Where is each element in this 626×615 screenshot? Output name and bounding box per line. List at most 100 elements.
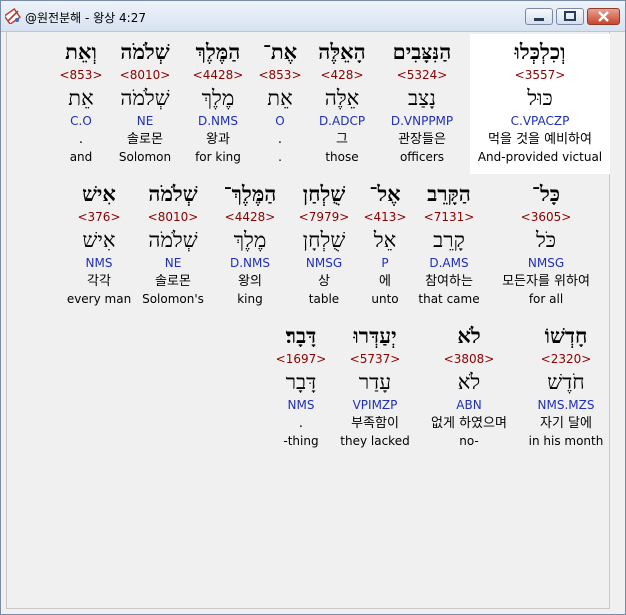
minimize-button[interactable]: [525, 8, 553, 25]
hebrew-word: שֻׁלְחַן: [302, 181, 346, 206]
close-button[interactable]: [587, 8, 620, 25]
english-gloss: for all: [528, 292, 564, 306]
korean-gloss: 왕의: [238, 274, 262, 289]
korean-gloss: 솔로몬: [127, 132, 163, 147]
parsing-code: C.VPACZP: [510, 114, 570, 128]
strong-number: <7131>: [423, 210, 475, 224]
hebrew-lemma: שְׁלֹמֹה: [148, 228, 198, 252]
word-column[interactable]: שֻׁלְחַן <7979> שֻׁלְחָן NMSG 상 table: [291, 179, 357, 307]
korean-gloss: 관장들은: [398, 132, 446, 147]
word-column[interactable]: חָדְשׁוֹ <2320> חֹדֶשׁ NMS.MZS 자기 달에 in …: [521, 321, 611, 449]
word-column[interactable]: הַמֶּלֶךְ <4428> מֶלֶךְ D.NMS 왕과 for kin…: [185, 37, 251, 165]
korean-gloss: 참여하는: [425, 274, 473, 289]
word-column[interactable]: הַנִּצָּבִים <5324> נָצַב D.VNPPMP 관장들은 …: [379, 37, 465, 165]
word-column[interactable]: יְעַדְּרוּ <5737> עָדַר VPIMZP 부족함이 they…: [337, 321, 413, 449]
minimize-icon: [534, 18, 544, 21]
hebrew-lemma: כֹּל: [535, 228, 557, 252]
hebrew-word: חָדְשׁוֹ: [544, 323, 588, 348]
korean-gloss: 상: [318, 274, 330, 289]
strong-number: <1697>: [275, 352, 327, 366]
hebrew-lemma: שְׁלֹמֹה: [120, 86, 170, 110]
english-gloss: .: [278, 150, 282, 164]
english-gloss: those: [325, 150, 359, 164]
korean-gloss: .: [78, 132, 84, 147]
korean-gloss: 모든자를 위하여: [502, 274, 590, 289]
korean-gloss: 부족함이: [351, 416, 399, 431]
hebrew-word: הַמֶּלֶךְ: [195, 39, 241, 64]
hebrew-lemma: חֹדֶשׁ: [547, 370, 585, 394]
korean-gloss: .: [298, 416, 304, 431]
parsing-code: NMS: [287, 398, 315, 412]
hebrew-word: הַמֶּלֶךְ־: [223, 181, 277, 206]
parsing-code: D.NMS: [229, 256, 270, 270]
parsing-code: NMS.MZS: [537, 398, 595, 412]
parsing-code: D.AMS: [429, 256, 469, 270]
korean-gloss: 그: [336, 132, 348, 147]
korean-gloss: 자기 달에: [540, 416, 592, 431]
english-gloss: And-provided victual: [477, 150, 603, 164]
strong-number: <8010>: [147, 210, 199, 224]
parsing-code: NE: [136, 114, 154, 128]
english-gloss: Solomon's: [142, 292, 204, 306]
strong-number: <853>: [258, 68, 302, 82]
korean-gloss: 솔로몬: [155, 274, 191, 289]
word-column[interactable]: אֶת־ <853> אֵת O . .: [255, 37, 305, 165]
hebrew-word: אֶת־: [262, 39, 298, 64]
app-logo-icon: [5, 8, 21, 24]
word-column[interactable]: וְכִלְכְּלוּ <3557> כּוּל C.VPACZP 먹을 것을…: [470, 37, 610, 165]
parsing-code: VPIMZP: [352, 398, 398, 412]
hebrew-word: וְאֵת: [65, 39, 97, 64]
parsing-code: NMS: [85, 256, 113, 270]
strong-number: <376>: [77, 210, 121, 224]
word-column[interactable]: כָּל־ <3605> כֹּל NMSG 모든자를 위하여 for all: [487, 179, 605, 307]
hebrew-word: שְׁלֹמֹה: [148, 181, 198, 206]
hebrew-word: הַקָּרֵב: [427, 181, 471, 206]
english-gloss: -thing: [283, 434, 319, 448]
hebrew-word: כָּל־: [531, 181, 561, 206]
word-column[interactable]: אִישׁ <376> אִישׁ NMS 각각 every man: [65, 179, 133, 307]
strong-number: <3557>: [514, 68, 566, 82]
word-column[interactable]: שְׁלֹמֹה <8010> שְׁלֹמֹה NE 솔로몬 Solomon'…: [137, 179, 209, 307]
word-column[interactable]: לֹא <3808> לֹא ABN 없게 하였으며 no-: [419, 321, 519, 449]
word-column[interactable]: הָאֵלֶּה <428> אֵלֶּה D.ADCP 그 those: [309, 37, 375, 165]
parsing-code: D.VNPPMP: [390, 114, 454, 128]
parsing-code: NMSG: [305, 256, 343, 270]
hebrew-lemma: אֵת: [267, 86, 293, 110]
word-column[interactable]: הַקָּרֵב <7131> קָרֵב D.AMS 참여하는 that ca…: [415, 179, 483, 307]
hebrew-lemma: נָצַב: [408, 86, 436, 110]
parsing-code: NE: [164, 256, 182, 270]
english-gloss: in his month: [528, 434, 604, 448]
hebrew-lemma: מֶלֶךְ: [201, 86, 235, 110]
korean-gloss: 에: [379, 274, 391, 289]
hebrew-lemma: אֵל: [373, 228, 397, 252]
hebrew-word: הַנִּצָּבִים: [392, 39, 452, 64]
hebrew-word: שְׁלֹמֹה: [120, 39, 170, 64]
window-title: @원전분해 - 왕상 4:27: [25, 11, 146, 25]
korean-gloss: 왕과: [206, 132, 230, 147]
english-gloss: table: [308, 292, 340, 306]
strong-number: <7979>: [298, 210, 350, 224]
english-gloss: Solomon: [118, 150, 172, 164]
word-column[interactable]: הַמֶּלֶךְ־ <4428> מֶלֶךְ D.NMS 왕의 king: [213, 179, 287, 307]
title-bar[interactable]: @원전분해 - 왕상 4:27: [1, 1, 625, 32]
hebrew-word: יְעַדְּרוּ: [353, 323, 397, 348]
english-gloss: and: [69, 150, 93, 164]
english-gloss: officers: [399, 150, 445, 164]
app-window: @원전분해 - 왕상 4:27 וְכִלְכְּלוּ <3557> כּוּ…: [0, 0, 626, 615]
word-column[interactable]: דָּבָר׃ <1697> דָּבָר NMS . -thing: [271, 321, 331, 449]
strong-number: <3605>: [520, 210, 572, 224]
hebrew-word: אִישׁ: [82, 181, 116, 206]
english-gloss: they lacked: [340, 434, 410, 448]
parsing-code: P: [381, 256, 389, 270]
word-column[interactable]: וְאֵת <853> אֵת C.O . and: [53, 37, 109, 165]
hebrew-lemma: דָּבָר: [285, 370, 317, 394]
parsing-code: O: [275, 114, 285, 128]
hebrew-lemma: קָרֵב: [433, 228, 465, 252]
strong-number: <5737>: [349, 352, 401, 366]
hebrew-lemma: אֵלֶּה: [324, 86, 360, 110]
close-icon: [598, 11, 609, 22]
word-column[interactable]: אֶל־ <413> אֵל P 에 unto: [361, 179, 409, 307]
hebrew-word: וְכִלְכְּלוּ: [514, 39, 566, 64]
maximize-button[interactable]: [556, 8, 584, 25]
word-column[interactable]: שְׁלֹמֹה <8010> שְׁלֹמֹה NE 솔로몬 Solomon: [111, 37, 179, 165]
